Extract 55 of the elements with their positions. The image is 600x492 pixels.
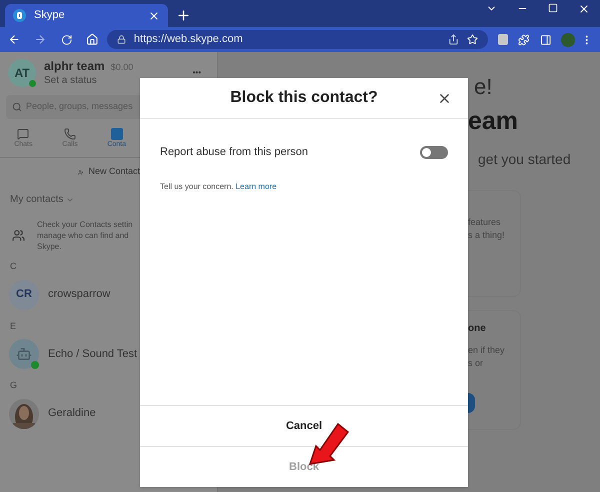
user-name: eam	[468, 107, 520, 135]
maximize-icon[interactable]	[548, 3, 558, 13]
puzzle-icon[interactable]	[518, 34, 530, 46]
toggle-switch[interactable]	[420, 146, 448, 159]
notice-line: Skype.	[37, 241, 62, 252]
url-text: https://web.skype.com	[134, 32, 244, 48]
avatar: CR	[9, 280, 39, 310]
extension-icon[interactable]	[498, 34, 508, 45]
contact-name: Geraldine	[48, 406, 96, 422]
people-icon	[12, 229, 25, 242]
close-icon[interactable]	[148, 10, 160, 22]
card-title: one	[468, 322, 487, 336]
subtitle: get you started	[478, 150, 571, 169]
learn-more-link[interactable]: Learn more	[236, 182, 277, 190]
search-icon	[12, 102, 22, 112]
profile-avatar[interactable]: AT	[8, 59, 36, 87]
contact-name: Echo / Sound Test	[48, 346, 138, 362]
section-title: My contacts	[10, 193, 64, 207]
contact-item[interactable]: Geraldine	[9, 396, 140, 430]
group-letter: E	[10, 320, 18, 332]
chat-icon	[17, 128, 30, 140]
address-bar[interactable]: https://web.skype.com	[106, 30, 488, 49]
browser-tab[interactable]: Skype	[5, 4, 168, 27]
card-text: s or	[468, 357, 484, 370]
contact-item[interactable]: Echo / Sound Test	[9, 337, 140, 371]
notice-line: manage who can find and	[37, 230, 130, 241]
dialog-title: Block this contact?	[230, 88, 378, 108]
new-tab-icon[interactable]	[176, 8, 191, 23]
home-icon[interactable]	[86, 33, 99, 46]
profile-name: alphr team	[44, 58, 105, 72]
new-contact-label[interactable]: New Contact	[88, 165, 140, 179]
side-panel-icon[interactable]	[540, 34, 552, 46]
card-text: en if they	[468, 344, 506, 357]
status-link[interactable]: Set a status	[44, 74, 134, 88]
toggle-label: Report abuse from this person	[160, 145, 308, 160]
bookmark-icon[interactable]	[466, 34, 478, 45]
forward-icon[interactable]	[34, 33, 47, 46]
close-icon[interactable]	[578, 3, 590, 15]
call-icon	[64, 128, 76, 140]
contact-item[interactable]: CR crowsparrow	[9, 278, 140, 312]
reload-icon[interactable]	[60, 34, 72, 46]
hint-text: Tell us your concern. Learn more	[159, 180, 278, 192]
card-text: s a thing!	[468, 229, 506, 242]
notice-line: Check your Contacts settin	[37, 219, 133, 230]
share-icon[interactable]	[448, 34, 459, 45]
group-letter: C	[10, 260, 18, 273]
back-icon[interactable]	[8, 33, 20, 46]
card-text: features	[468, 216, 502, 229]
group-letter: G	[10, 379, 18, 392]
contact-name: crowsparrow	[48, 287, 110, 302]
more-options[interactable]: •••	[192, 67, 201, 79]
tab-title: Skype	[34, 8, 66, 24]
greeting-text: e!	[474, 75, 494, 99]
lock-icon	[116, 35, 126, 44]
bot-icon	[16, 346, 32, 362]
